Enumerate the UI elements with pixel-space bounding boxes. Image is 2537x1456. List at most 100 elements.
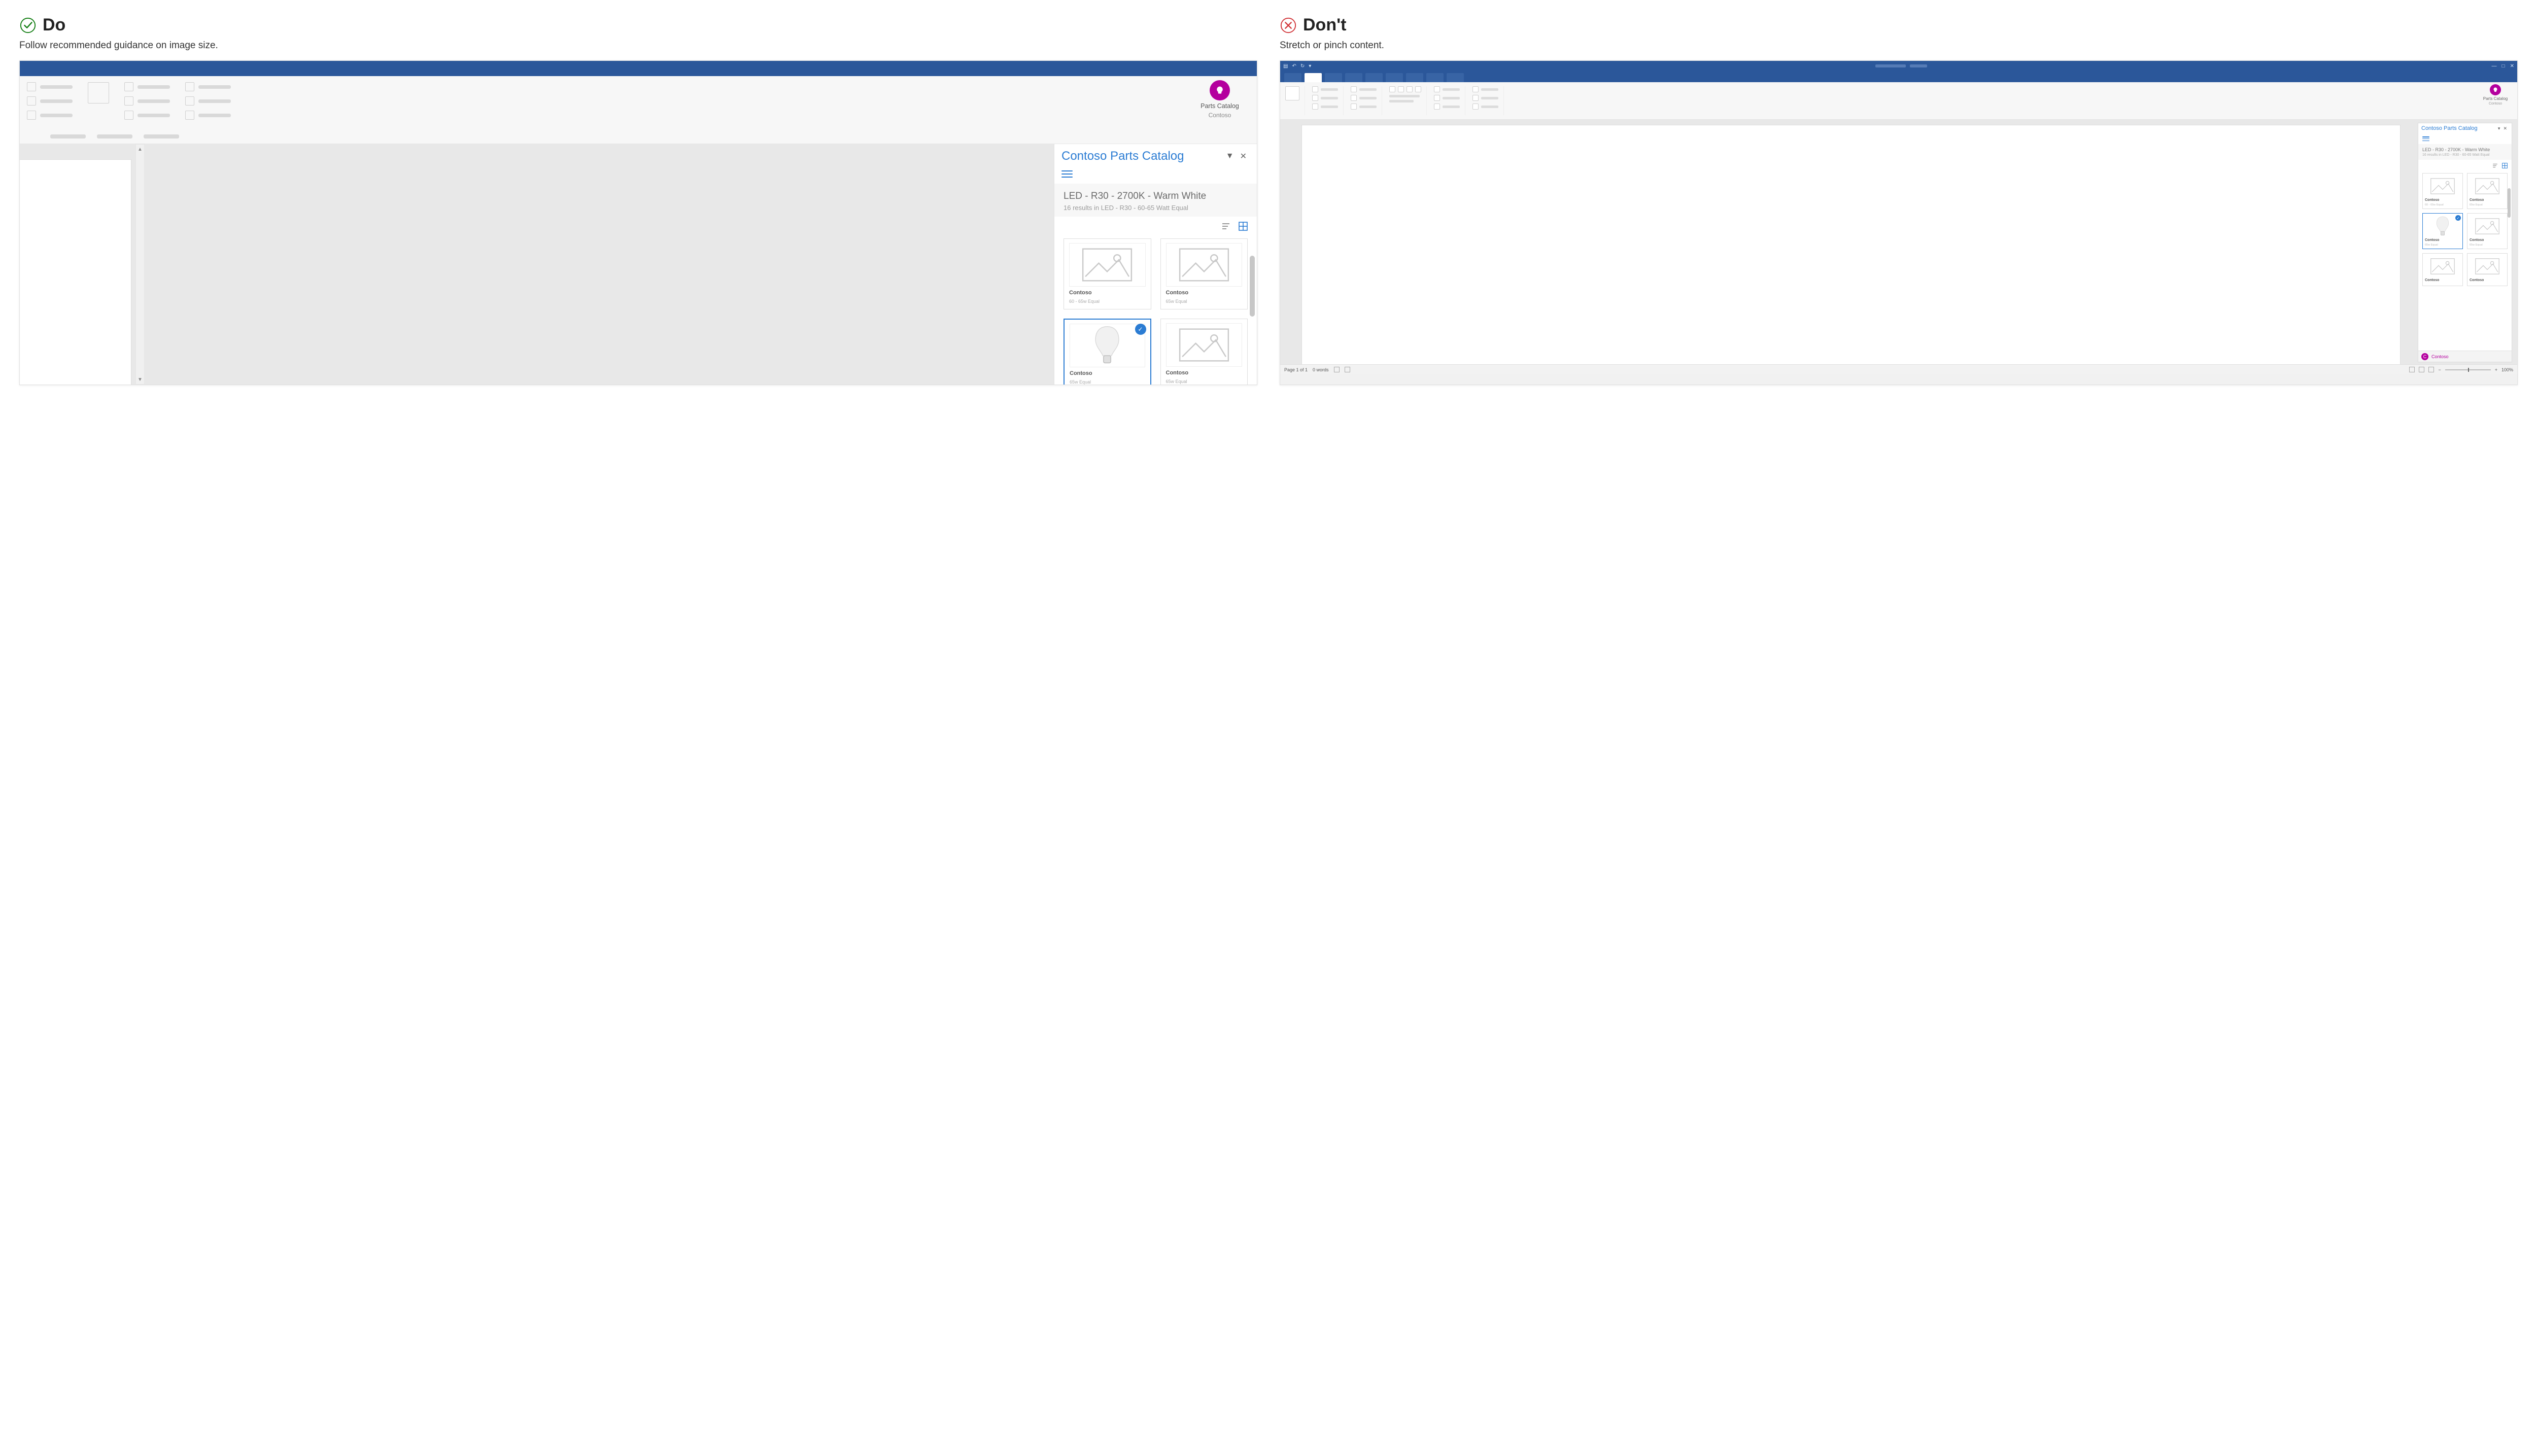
card-subtitle: 60 - 65w Equal [2425, 203, 2460, 206]
word-window-zoomed: Parts Catalog Contoso ▲▼ Contoso Parts C… [19, 60, 1257, 385]
placeholder-thumbnail [2425, 176, 2460, 197]
taskpane-footer-brand: Contoso [2431, 354, 2449, 359]
undo-icon[interactable]: ↶ [1292, 63, 1296, 69]
placeholder-thumbnail [2425, 256, 2460, 277]
addin-label-line2: Contoso [1209, 112, 1231, 119]
product-card[interactable]: Contoso65w Equal✓ [1064, 319, 1151, 385]
taskpane-close-button[interactable]: ✕ [2501, 126, 2509, 131]
list-view-button[interactable] [1221, 222, 1230, 232]
placeholder-thumbnail [1166, 323, 1243, 367]
card-brand: Contoso [2425, 238, 2460, 242]
ribbon-tab[interactable] [1447, 73, 1464, 82]
document-page[interactable] [19, 159, 131, 385]
card-subtitle: 65w Equal [2470, 244, 2505, 247]
status-icon[interactable] [1345, 367, 1350, 372]
product-card[interactable]: Contoso 65w Equal [2467, 213, 2508, 249]
view-weblayout-button[interactable] [2428, 367, 2434, 372]
product-card[interactable]: Contoso65w Equal [2467, 173, 2508, 209]
status-icon[interactable] [1334, 367, 1340, 372]
view-readmode-button[interactable] [2409, 367, 2415, 372]
title-bar: ▤ ↶ ↻ ▾ — □ ✕ [1280, 61, 2517, 71]
zoom-out-button[interactable]: − [2438, 367, 2441, 372]
dont-subtitle: Stretch or pinch content. [1280, 40, 2518, 51]
card-subtitle: 65w Equal [2425, 244, 2460, 247]
redo-icon[interactable]: ↻ [1300, 63, 1305, 69]
placeholder-thumbnail [1069, 243, 1146, 287]
card-subtitle: 65w Equal [2470, 203, 2505, 206]
taskpane-footer: C Contoso [2418, 351, 2512, 362]
grid-view-button[interactable] [1239, 222, 1248, 232]
ribbon-tabs [1280, 71, 2517, 82]
qat-more-icon[interactable]: ▾ [1309, 63, 1311, 69]
card-subtitle: 60 - 65w Equal [1069, 299, 1146, 304]
product-card[interactable]: Contoso 60 - 65w Equal [1064, 238, 1151, 309]
maximize-button[interactable]: □ [2502, 63, 2505, 69]
card-brand: Contoso [1166, 370, 1243, 376]
breadcrumb: LED - R30 - 2700K - Warm White 16 result… [2418, 144, 2512, 160]
ribbon-tab[interactable] [1386, 73, 1403, 82]
minimize-button[interactable]: — [2492, 63, 2497, 69]
ribbon: Parts Catalog Contoso [1280, 82, 2517, 120]
addin-ribbon-button[interactable]: Parts Catalog Contoso [1192, 80, 1248, 119]
card-subtitle: 65w Equal [1070, 379, 1145, 385]
do-heading: Do [43, 15, 65, 35]
product-card[interactable]: Contoso 65w Equal [1160, 238, 1248, 309]
card-subtitle: 65w Equal [1166, 299, 1243, 304]
task-pane: Contoso Parts Catalog ▾ ✕ LED - R30 - 27… [2418, 123, 2512, 362]
card-brand: Contoso [1166, 290, 1243, 296]
document-page[interactable] [1301, 125, 2401, 369]
card-brand: Contoso [2470, 238, 2505, 242]
lightbulb-icon [2490, 84, 2501, 95]
card-brand: Contoso [2470, 198, 2505, 202]
ribbon-tab-file[interactable] [1284, 73, 1301, 82]
addin-label-line1: Parts Catalog [2483, 96, 2508, 101]
card-subtitle: 65w Equal [1166, 379, 1243, 384]
title-bar [20, 61, 1257, 76]
product-card[interactable]: Contoso60 - 65w Equal [2422, 173, 2463, 209]
breadcrumb: LED - R30 - 2700K - Warm White 16 result… [1054, 184, 1257, 217]
check-circle-icon [19, 17, 37, 34]
bulb-thumbnail [1070, 324, 1145, 367]
hamburger-icon[interactable] [2422, 136, 2429, 141]
scrollbar-vertical[interactable]: ▲▼ [135, 144, 145, 385]
hamburger-icon[interactable] [1061, 170, 1073, 178]
zoom-slider[interactable] [2445, 369, 2491, 370]
ribbon-tab[interactable] [1345, 73, 1362, 82]
breadcrumb-subtitle: 16 results in LED - R30 - 60-65 Watt Equ… [2422, 153, 2508, 157]
grid-view-button[interactable] [2502, 162, 2508, 170]
zoom-in-button[interactable]: + [2495, 367, 2497, 372]
card-brand: Contoso [2470, 279, 2505, 282]
close-button[interactable]: ✕ [2510, 63, 2514, 69]
ribbon-tab[interactable] [1325, 73, 1342, 82]
card-brand: Contoso [2425, 279, 2460, 282]
card-brand: Contoso [1069, 290, 1146, 296]
product-card[interactable]: Contoso 65w Equal [1160, 319, 1248, 385]
product-card[interactable]: Contoso [2422, 253, 2463, 286]
placeholder-thumbnail [2470, 176, 2505, 197]
placeholder-thumbnail [2470, 216, 2505, 237]
addin-ribbon-button[interactable]: Parts Catalog Contoso [2479, 84, 2512, 106]
taskpane-scrollbar[interactable] [2508, 188, 2511, 218]
taskpane-menu-button[interactable]: ▼ [1223, 150, 1237, 163]
list-view-button[interactable] [2492, 162, 2498, 170]
lightbulb-icon [1210, 80, 1230, 100]
taskpane-title: Contoso Parts Catalog [2421, 125, 2496, 131]
addin-label-line1: Parts Catalog [1201, 102, 1239, 110]
taskpane-close-button[interactable]: ✕ [1237, 149, 1250, 163]
word-window-full: ▤ ↶ ↻ ▾ — □ ✕ [1280, 60, 2518, 385]
ribbon-tab[interactable] [1426, 73, 1444, 82]
brand-avatar-icon: C [2421, 353, 2428, 360]
taskpane-menu-button[interactable]: ▾ [2496, 126, 2502, 131]
ribbon-tab-home[interactable] [1305, 73, 1322, 82]
ribbon-tab[interactable] [1365, 73, 1383, 82]
taskpane-title: Contoso Parts Catalog [1061, 149, 1223, 163]
taskpane-scrollbar[interactable] [1250, 256, 1255, 317]
product-card[interactable]: Contoso [2467, 253, 2508, 286]
save-icon[interactable]: ▤ [1283, 63, 1288, 69]
view-printlayout-button[interactable] [2419, 367, 2424, 372]
ribbon-tab[interactable] [1406, 73, 1423, 82]
product-card[interactable]: Contoso65w Equal✓ [2422, 213, 2463, 249]
card-brand: Contoso [2425, 198, 2460, 202]
x-circle-icon [1280, 17, 1297, 34]
breadcrumb-title: LED - R30 - 2700K - Warm White [1064, 191, 1248, 202]
